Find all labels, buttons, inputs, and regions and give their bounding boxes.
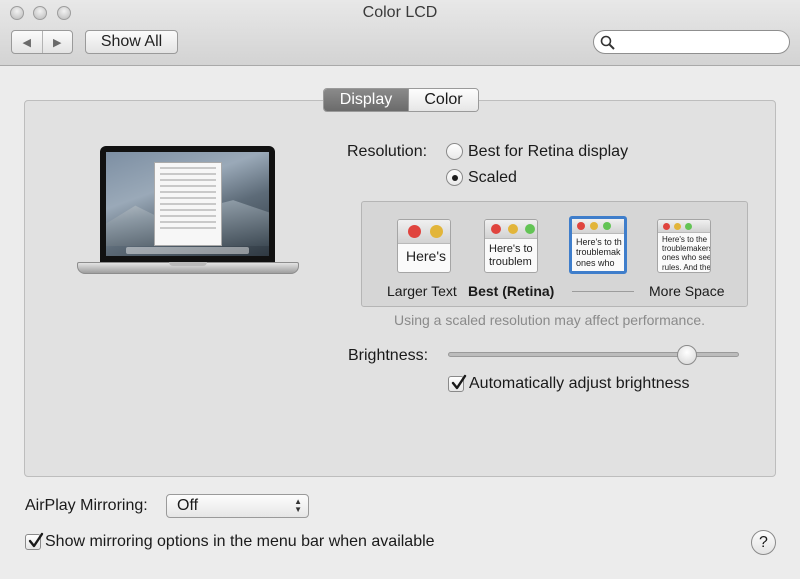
tab-color[interactable]: Color: [408, 89, 478, 111]
preview-text: Here's to troublem: [489, 243, 533, 268]
airplay-mirroring-popup[interactable]: Off ▲ ▼: [166, 494, 309, 518]
resolution-label: Resolution:: [347, 143, 428, 160]
best-retina-label: Best (Retina): [468, 283, 555, 299]
scaled-option-best-retina[interactable]: Here's to troublem: [484, 219, 538, 273]
show-mirroring-menu-label[interactable]: Show mirroring options in the menu bar w…: [45, 533, 435, 551]
preview-text: Here's to th troublemak ones who: [576, 237, 622, 268]
forward-arrow-icon: ▶: [53, 36, 62, 49]
performance-note: Using a scaled resolution may affect per…: [394, 312, 706, 328]
checkmark-icon: [28, 532, 44, 548]
window-title: Color LCD: [362, 4, 438, 21]
more-space-label: More Space: [649, 283, 725, 299]
question-mark-icon: ?: [759, 533, 768, 551]
updown-arrows-icon: ▲ ▼: [294, 497, 302, 514]
scaled-option-separator: [572, 291, 634, 292]
auto-brightness-checkbox[interactable]: [448, 374, 467, 392]
preview-text: Here's: [406, 248, 447, 264]
help-button[interactable]: ?: [751, 530, 776, 555]
scaled-option-default[interactable]: Here's to th troublemak ones who: [569, 216, 627, 274]
auto-brightness-label[interactable]: Automatically adjust brightness: [469, 375, 690, 393]
scaled-option-more-space[interactable]: Here's to the troublemakers. ones who se…: [657, 219, 711, 273]
back-button[interactable]: ◀: [12, 31, 42, 53]
best-for-retina-radio[interactable]: [446, 143, 463, 160]
forward-button[interactable]: ▶: [41, 31, 73, 53]
tab-display[interactable]: Display: [324, 89, 408, 111]
back-arrow-icon: ◀: [22, 36, 31, 49]
best-for-retina-label[interactable]: Best for Retina display: [468, 143, 628, 161]
search-icon: [600, 35, 615, 50]
airplay-mirroring-value: Off: [177, 497, 199, 514]
tab-bar: Display Color: [323, 88, 479, 112]
airplay-mirroring-label: AirPlay Mirroring:: [25, 497, 148, 514]
window-toolbar: Color LCD ◀ ▶ Show All: [0, 0, 800, 66]
search-field[interactable]: [593, 30, 790, 54]
macbook-illustration: [77, 146, 299, 280]
larger-text-label: Larger Text: [387, 283, 457, 299]
brightness-slider-knob[interactable]: [677, 345, 697, 365]
preview-text: Here's to the troublemakers. ones who se…: [662, 235, 711, 272]
preferences-window: Color LCD ◀ ▶ Show All Display Color Res…: [0, 0, 800, 579]
scaled-radio[interactable]: [446, 169, 463, 186]
brightness-label: Brightness:: [348, 347, 429, 364]
checkmark-icon: [451, 374, 467, 390]
back-forward-group: ◀ ▶: [11, 30, 73, 54]
scaled-option-larger-text[interactable]: Here's: [397, 219, 451, 273]
scaled-label[interactable]: Scaled: [468, 169, 517, 187]
show-mirroring-menu-checkbox[interactable]: [25, 532, 44, 550]
show-all-button[interactable]: Show All: [85, 30, 178, 54]
